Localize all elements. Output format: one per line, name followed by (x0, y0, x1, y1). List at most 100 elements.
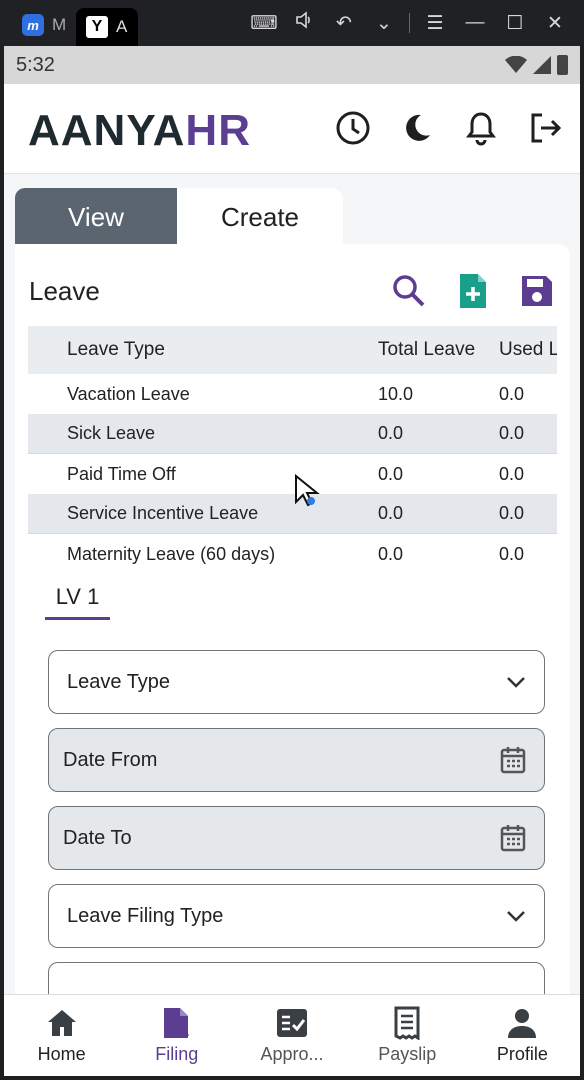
emulator-tab-aanya[interactable]: Y A (76, 8, 138, 46)
table-row[interactable]: Paid Time Off 0.0 0.0 (28, 454, 557, 494)
close-icon[interactable]: ✕ (540, 12, 570, 35)
date-from-field[interactable]: Date From (48, 728, 545, 792)
app-header: AANYAHR (4, 84, 580, 174)
header-actions (334, 108, 564, 148)
nav-home-label: Home (37, 1044, 86, 1064)
signal-icon (533, 56, 551, 74)
new-file-icon[interactable] (456, 272, 490, 310)
filing-document-icon (160, 1006, 194, 1040)
phone-screen: 5:32 AANYAHR View Create Leave Leave Typ… (4, 46, 580, 1076)
app-m-icon: m (22, 14, 44, 36)
calendar-icon[interactable] (500, 824, 526, 852)
nav-filing[interactable]: Filing (119, 995, 234, 1076)
tab-create[interactable]: Create (177, 188, 343, 246)
nav-payslip[interactable]: Payslip (350, 995, 465, 1076)
chevron-down-icon[interactable]: ⌄ (369, 12, 399, 35)
emulator-toolbar: ⌨ ↶ ⌄ ☰ — ☐ ✕ (249, 8, 570, 38)
home-icon (45, 1006, 79, 1040)
leave-type-cell: Paid Time Off (67, 463, 176, 484)
approvals-icon (275, 1006, 309, 1040)
leave-create-card: Leave Leave Type Total Leave Used L Vaca… (15, 244, 570, 996)
table-row[interactable]: Sick Leave 0.0 0.0 (28, 414, 557, 454)
nav-profile[interactable]: Profile (465, 995, 580, 1076)
total-leave-cell: 10.0 (378, 383, 414, 404)
column-header[interactable]: Leave Type (67, 339, 165, 361)
leave-card-header: Leave (29, 272, 554, 312)
nav-approvals-label: Appro... (260, 1044, 324, 1064)
chevron-down-icon (507, 911, 525, 922)
total-leave-cell: 0.0 (378, 543, 404, 564)
nav-home[interactable]: Home (4, 995, 119, 1076)
subtab-lv1[interactable]: LV 1 (45, 580, 110, 620)
volume-icon[interactable] (289, 10, 319, 36)
used-leave-cell: 0.0 (499, 463, 525, 484)
leave-type-label: Leave Type (67, 670, 171, 693)
chevron-down-icon (507, 677, 525, 688)
table-row[interactable]: Maternity Leave (60 days) 0.0 0.0 (28, 534, 557, 566)
date-to-field[interactable]: Date To (48, 806, 545, 870)
leave-filing-type-select[interactable]: Leave Filing Type (48, 884, 545, 948)
mouse-cursor-icon (294, 473, 320, 513)
nav-approvals[interactable]: Appro... (234, 995, 349, 1076)
android-status-bar: 5:32 (4, 46, 580, 84)
payslip-receipt-icon (390, 1006, 424, 1040)
leave-actions (392, 272, 554, 310)
toolbar-divider (409, 13, 410, 33)
menu-icon[interactable]: ☰ (420, 12, 450, 35)
leave-type-cell: Sick Leave (67, 423, 156, 443)
logo-accent-text: HR (185, 106, 251, 155)
emulator-titlebar: m M Y A ⌨ ↶ ⌄ ☰ — ☐ ✕ (0, 0, 584, 46)
view-create-tabs: View Create (15, 188, 570, 246)
table-row[interactable]: Vacation Leave 10.0 0.0 (28, 374, 557, 414)
used-leave-cell: 0.0 (499, 383, 525, 404)
notification-bell-icon[interactable] (462, 108, 500, 148)
status-time: 5:32 (16, 53, 55, 76)
table-row[interactable]: Service Incentive Leave 0.0 0.0 (28, 494, 557, 534)
leave-type-cell: Maternity Leave (60 days) (67, 543, 276, 564)
total-leave-cell: 0.0 (378, 503, 404, 523)
date-from-label: Date From (63, 748, 158, 771)
logout-icon[interactable] (526, 108, 564, 148)
leave-type-cell: Service Incentive Leave (67, 503, 259, 523)
leave-type-cell: Vacation Leave (67, 383, 190, 404)
emulator-window: m M Y A ⌨ ↶ ⌄ ☰ — ☐ ✕ 5:32 AANYAHR View … (0, 0, 584, 1080)
save-icon[interactable] (520, 272, 554, 310)
table-header-row: Leave Type Total Leave Used L (28, 326, 557, 374)
wifi-icon (505, 56, 527, 73)
undo-icon[interactable]: ↶ (329, 12, 359, 35)
column-header[interactable]: Total Leave (378, 339, 475, 361)
status-icons (505, 55, 568, 75)
emulator-tab-m-label: M (52, 15, 67, 34)
dark-mode-moon-icon[interactable] (398, 108, 436, 148)
logo-main-text: AANYA (28, 106, 186, 155)
aanyahr-logo: AANYAHR (28, 106, 251, 156)
profile-person-icon (505, 1006, 539, 1040)
total-leave-cell: 0.0 (378, 423, 404, 443)
used-leave-cell: 0.0 (499, 503, 525, 523)
minimize-icon[interactable]: — (460, 12, 490, 34)
column-header[interactable]: Used L (499, 339, 557, 361)
emulator-tab-a-label: A (116, 17, 128, 36)
nav-payslip-label: Payslip (378, 1044, 437, 1064)
leave-title: Leave (29, 276, 100, 306)
used-leave-cell: 0.0 (499, 423, 525, 443)
leave-type-select[interactable]: Leave Type (48, 650, 545, 714)
keyboard-icon[interactable]: ⌨ (249, 12, 279, 35)
nav-profile-label: Profile (496, 1044, 548, 1064)
calendar-icon[interactable] (500, 746, 526, 774)
leave-filing-type-label: Leave Filing Type (67, 904, 224, 927)
emulator-tab-m[interactable]: m M (12, 8, 80, 42)
history-clock-icon[interactable] (334, 108, 372, 148)
battery-icon (557, 55, 568, 75)
search-icon[interactable] (392, 272, 426, 310)
total-leave-cell: 0.0 (378, 463, 404, 484)
bottom-navigation: Home Filing Appro... Payslip Profile (4, 994, 580, 1076)
used-leave-cell: 0.0 (499, 543, 525, 564)
nav-filing-label: Filing (155, 1044, 199, 1064)
date-to-label: Date To (63, 826, 132, 849)
maximize-icon[interactable]: ☐ (500, 12, 530, 35)
partial-field[interactable]: R (48, 962, 545, 996)
leave-balance-table: Leave Type Total Leave Used L Vacation L… (28, 326, 557, 566)
aanya-app-icon: Y (86, 16, 108, 38)
tab-view[interactable]: View (15, 188, 177, 246)
